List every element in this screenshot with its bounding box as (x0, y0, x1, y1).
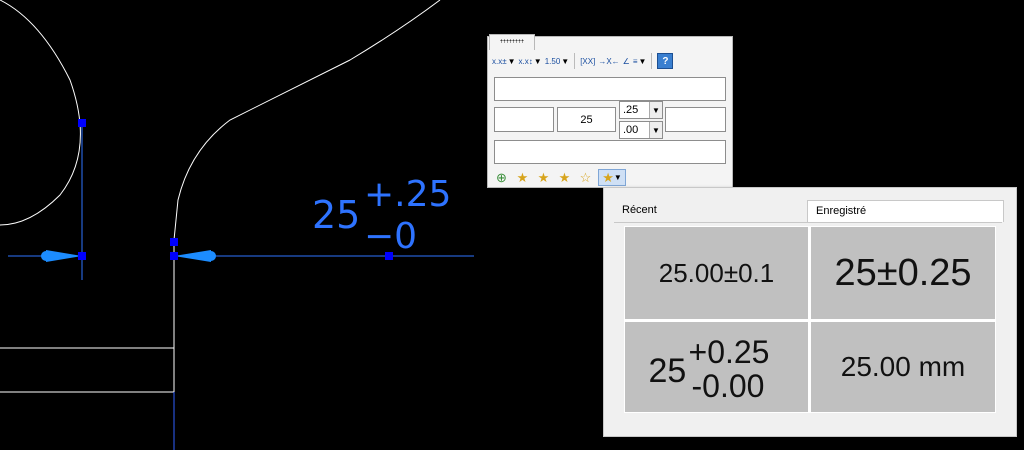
tolerance-stack-button[interactable]: x.x↕ ▼ (519, 52, 542, 70)
grip-extension-left-top[interactable] (78, 119, 86, 127)
tolerance-format-button[interactable]: x.x± ▼ (492, 52, 516, 70)
help-icon[interactable]: ? (657, 53, 674, 69)
grip-extension-right-top[interactable] (170, 238, 178, 246)
upper-tolerance-value: .25 (623, 104, 639, 116)
precision-icon: 1.50 (544, 56, 561, 66)
toolbar-separator (651, 53, 653, 69)
dimension-lower-tolerance[interactable]: −0 (364, 216, 417, 257)
panel-toolbar: x.x± ▼ x.x↕ ▼ 1.50 ▼ [XX] →X← ∠ ≡ ▼ ? (492, 51, 674, 71)
add-style-icon[interactable]: ⊕ (493, 169, 510, 186)
chevron-down-icon[interactable]: ▼ (561, 57, 569, 66)
precision-button[interactable]: 1.50 ▼ (545, 52, 570, 70)
chevron-down-icon[interactable]: ▼ (649, 122, 662, 138)
reference-dimension-icon: →X← (598, 56, 620, 66)
stacked-tolerance: 25 +0.25 -0.00 (647, 332, 787, 404)
preset-upper-tolerance: +0.25 (688, 334, 770, 370)
preset-tile[interactable]: 25.00 mm (811, 322, 995, 412)
preset-grid: 25.00±0.1 25±0.25 25 +0.25 -0.00 25.00 m… (624, 226, 996, 413)
tolerance-stack-icon: x.x↕ (518, 56, 533, 66)
basic-dimension-icon: [XX] (580, 56, 596, 66)
reference-dimension-button[interactable]: →X← (598, 52, 619, 70)
angle-icon: ∠ (622, 56, 630, 66)
justify-button[interactable]: ≡ ▼ (633, 52, 647, 70)
preset-tile-stacked[interactable]: 25 +0.25 -0.00 (625, 322, 808, 412)
angle-button[interactable]: ∠ (623, 52, 630, 70)
lower-tolerance-value: .00 (623, 124, 639, 136)
preset-tile[interactable]: 25.00±0.1 (625, 227, 808, 319)
toolbar-separator (574, 53, 576, 69)
dimension-text-panel: x.x± ▼ x.x↕ ▼ 1.50 ▼ [XX] →X← ∠ ≡ ▼ ? 25 .25… (487, 36, 733, 188)
flyout-tabs: Récent Enregistré (614, 200, 1004, 223)
tolerance-format-icon: x.x± (492, 56, 507, 66)
arrow-left-dot (41, 251, 51, 261)
suffix-text-field[interactable] (665, 107, 726, 132)
lower-tolerance-select[interactable]: .00 ▼ (619, 121, 663, 139)
delete-favorite-icon[interactable]: ★ (535, 169, 552, 186)
dimension-arrow-left (46, 250, 82, 262)
dimension-value-field[interactable]: 25 (557, 107, 616, 132)
chevron-down-icon: ▼ (613, 173, 622, 182)
chevron-down-icon[interactable]: ▼ (534, 57, 542, 66)
dimension-arrow-right (174, 250, 211, 262)
save-favorite-icon[interactable]: ★ (556, 169, 573, 186)
preset-lower-tolerance: -0.00 (691, 368, 765, 404)
grip-text[interactable] (385, 252, 393, 260)
favorites-icon[interactable]: ☆ (577, 169, 594, 186)
dimension-value-text[interactable]: 25 (312, 193, 360, 237)
favorites-flyout: Récent Enregistré 25.00±0.1 25±0.25 25 +… (603, 187, 1017, 437)
preset-base-value: 25 (648, 352, 687, 390)
arrow-right-dot (206, 251, 216, 261)
star-icon: ★ (602, 169, 614, 185)
chevron-down-icon[interactable]: ▼ (508, 57, 516, 66)
grip-dimension-right[interactable] (170, 252, 178, 260)
add-favorite-icon[interactable]: ★ (514, 169, 531, 186)
chevron-down-icon[interactable]: ▼ (639, 57, 647, 66)
favorites-toolbar: ⊕ ★ ★ ★ ☆ ★ ▼ (493, 169, 626, 186)
panel-drag-handle[interactable] (489, 34, 535, 50)
upper-tolerance-select[interactable]: .25 ▼ (619, 101, 663, 119)
favorites-dropdown-button[interactable]: ★ ▼ (598, 169, 626, 186)
grip-dimension-left[interactable] (78, 252, 86, 260)
outer-arc-left (0, 0, 81, 226)
grip-dots-icon (500, 39, 524, 43)
top-text-field[interactable] (494, 77, 726, 101)
justify-icon: ≡ (632, 56, 638, 66)
tab-saved[interactable]: Enregistré (807, 200, 1004, 222)
basic-dimension-button[interactable]: [XX] (580, 52, 595, 70)
dimension-upper-tolerance[interactable]: +.25 (364, 174, 451, 215)
preset-tile[interactable]: 25±0.25 (811, 227, 995, 319)
chevron-down-icon[interactable]: ▼ (649, 102, 662, 118)
tab-recent[interactable]: Récent (614, 200, 807, 222)
prefix-text-field[interactable] (494, 107, 554, 132)
bottom-text-field[interactable] (494, 140, 726, 164)
